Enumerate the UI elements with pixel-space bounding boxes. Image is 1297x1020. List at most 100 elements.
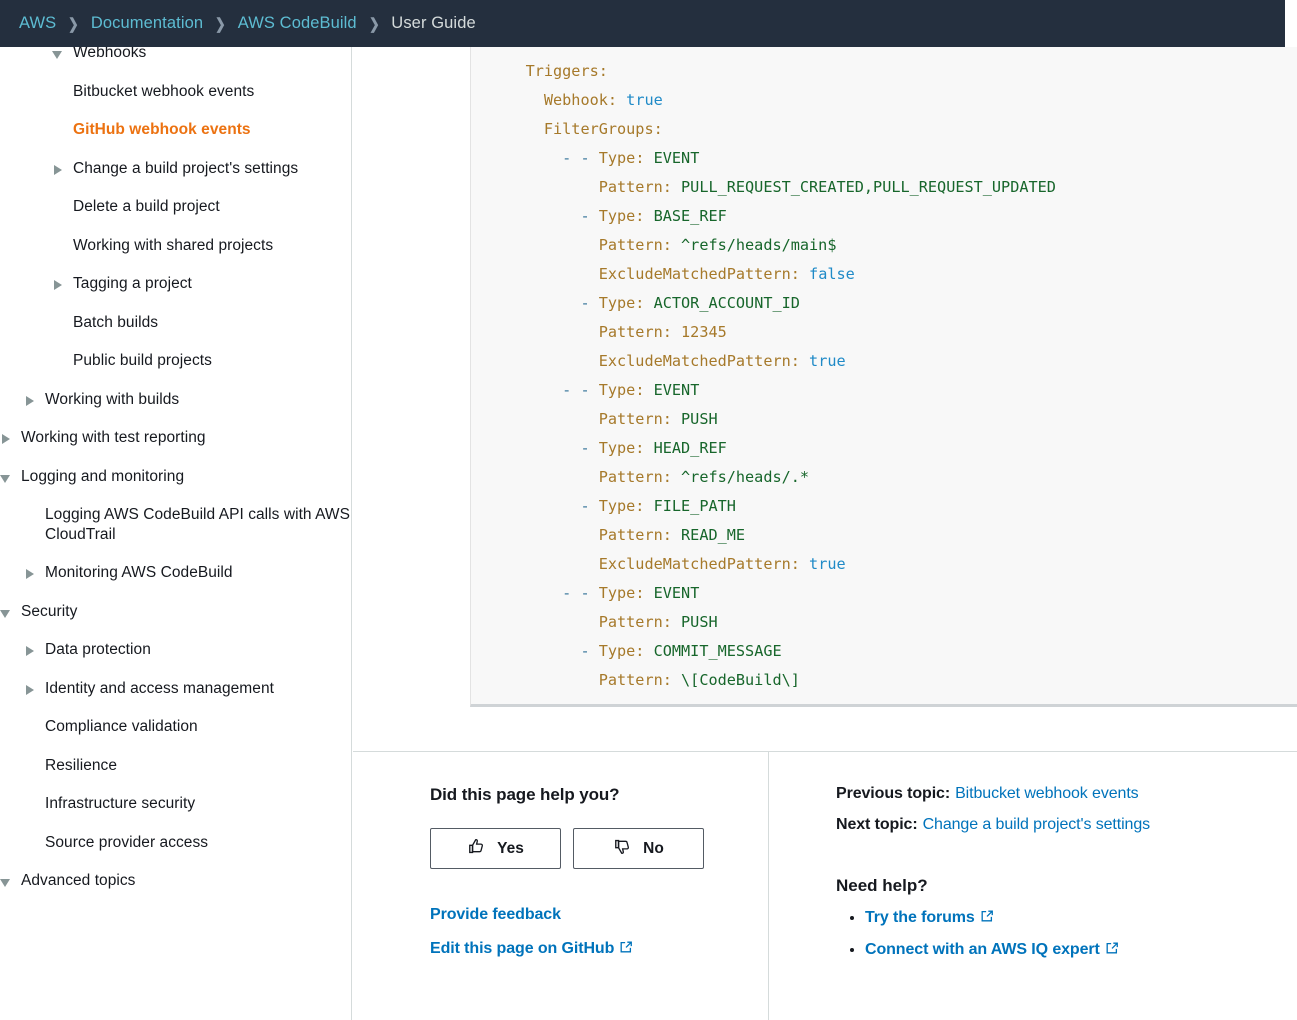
try-the-forums-link[interactable]: Try the forums <box>865 909 994 926</box>
no-icon <box>24 510 36 522</box>
sidebar-item-github-webhook-events[interactable]: GitHub webhook events <box>0 120 351 140</box>
chevron-right-icon[interactable] <box>52 164 64 176</box>
sidebar-item-bitbucket-webhook-events[interactable]: Bitbucket webhook events <box>0 82 351 102</box>
thumbs-up-icon <box>467 837 486 861</box>
sidebar-item-compliance-validation[interactable]: Compliance validation <box>0 717 351 737</box>
sidebar-item-label: Infrastructure security <box>45 795 196 812</box>
content-divider <box>353 751 1297 752</box>
next-topic-link[interactable]: Change a build project's settings <box>923 816 1151 833</box>
sidebar-item-source-provider-access[interactable]: Source provider access <box>0 833 351 853</box>
sidebar-navigation[interactable]: Webhooks Bitbucket webhook events GitHub w… <box>0 47 352 1020</box>
sidebar-item-delete-a-build-project[interactable]: Delete a build project <box>0 197 351 217</box>
sidebar-item-batch-builds[interactable]: Batch builds <box>0 313 351 333</box>
no-icon <box>52 202 64 214</box>
chevron-right-icon[interactable] <box>24 568 36 580</box>
feedback-buttons: Yes No <box>430 828 750 869</box>
code-line: ExcludeMatchedPattern: true <box>598 352 846 370</box>
code-line: ExcludeMatchedPattern: false <box>598 265 855 283</box>
code-line: Pattern: ^refs/heads/main$ <box>598 236 837 254</box>
breadcrumb-item-aws-codebuild[interactable]: AWS CodeBuild <box>238 14 357 33</box>
code-line: - Type: FILE_PATH <box>580 497 736 515</box>
chevron-right-icon[interactable] <box>24 395 36 407</box>
chevron-right-icon[interactable] <box>0 433 12 445</box>
sidebar-item-public-build-projects[interactable]: Public build projects <box>0 351 351 371</box>
code-line: Pattern: PUSH <box>598 613 718 631</box>
sidebar-item-working-with-test-reporting[interactable]: Working with test reporting <box>0 428 351 448</box>
sidebar-item-data-protection[interactable]: Data protection <box>0 640 351 660</box>
sidebar-item-label: Logging and monitoring <box>21 467 185 485</box>
chevron-right-icon[interactable] <box>24 645 36 657</box>
no-icon <box>52 318 64 330</box>
no-icon <box>52 241 64 253</box>
code-line: Pattern: PUSH <box>598 410 718 428</box>
sidebar-item-label: Webhooks <box>73 47 147 61</box>
code-block-yaml[interactable]: Location: source-location Triggers: Webh… <box>470 47 1297 707</box>
sidebar-item-advanced-topics[interactable]: Advanced topics <box>0 871 351 891</box>
sidebar-item-label: Identity and access management <box>45 679 274 697</box>
code-line: - Type: BASE_REF <box>580 207 727 225</box>
sidebar-item-security[interactable]: Security <box>0 602 351 622</box>
provide-feedback-link[interactable]: Provide feedback <box>430 906 750 924</box>
no-icon <box>52 356 64 368</box>
sidebar-item-label: Delete a build project <box>73 198 220 215</box>
sidebar-item-label: Working with shared projects <box>73 236 274 254</box>
sidebar-item-label: Working with test reporting <box>21 429 206 446</box>
code-line: Pattern: \[CodeBuild\] <box>598 671 800 689</box>
sidebar-item-label: Public build projects <box>73 352 212 369</box>
code-line: Pattern: READ_ME <box>598 526 746 544</box>
topic-navigation-section: Previous topic: Bitbucket webhook events … <box>836 785 1286 973</box>
sidebar-item-monitoring-aws-codebuild[interactable]: Monitoring AWS CodeBuild <box>0 563 351 583</box>
no-icon <box>52 87 64 99</box>
main-content: Location: source-location Triggers: Webh… <box>353 47 1297 1020</box>
previous-topic-link[interactable]: Bitbucket webhook events <box>955 785 1139 802</box>
feedback-yes-button[interactable]: Yes <box>430 828 561 869</box>
breadcrumb-item-documentation[interactable]: Documentation <box>91 14 203 33</box>
code-line: - - Type: EVENT <box>562 584 700 602</box>
sidebar-item-working-with-shared-projects[interactable]: Working with shared projects <box>0 236 351 256</box>
sidebar-item-label: Tagging a project <box>73 275 192 292</box>
sidebar-item-label: Advanced topics <box>21 872 136 889</box>
sidebar-item-identity-and-access-management[interactable]: Identity and access management <box>0 679 351 699</box>
no-icon <box>52 125 64 137</box>
sidebar-item-webhooks[interactable]: Webhooks <box>0 47 351 63</box>
list-item: Connect with an AWS IQ expert <box>865 941 1286 960</box>
chevron-down-icon[interactable] <box>0 876 12 888</box>
need-help-list: Try the forums Connect with an AWS IQ ex… <box>836 909 1286 960</box>
sidebar-item-tagging-a-project[interactable]: Tagging a project <box>0 274 351 294</box>
sidebar-item-working-with-builds[interactable]: Working with builds <box>0 390 351 410</box>
sidebar-item-label: Working with builds <box>45 390 180 408</box>
code-line: - - Type: EVENT <box>562 381 700 399</box>
feedback-question: Did this page help you? <box>430 785 620 804</box>
sidebar-item-logging-aws-codebuild-api-calls-with-aws-cloudtrail[interactable]: Logging AWS CodeBuild API calls with AWS… <box>0 505 351 544</box>
connect-aws-iq-expert-link[interactable]: Connect with an AWS IQ expert <box>865 941 1119 958</box>
sidebar-item-logging-and-monitoring[interactable]: Logging and monitoring <box>0 467 351 487</box>
chevron-right-icon[interactable] <box>24 684 36 696</box>
chevron-down-icon[interactable] <box>0 472 12 484</box>
code-block-content: Location: source-location Triggers: Webh… <box>471 47 1297 695</box>
code-line: Webhook: true <box>543 91 663 109</box>
sidebar-item-label: Monitoring AWS CodeBuild <box>45 564 233 581</box>
chevron-down-icon[interactable] <box>0 607 12 619</box>
sidebar-nav-list: Webhooks Bitbucket webhook events GitHub w… <box>0 47 351 891</box>
breadcrumb-separator-icon: ❯ <box>368 15 380 33</box>
chevron-right-icon[interactable] <box>52 279 64 291</box>
sidebar-item-label: Security <box>21 602 78 620</box>
previous-topic-label: Previous topic: <box>836 785 951 802</box>
breadcrumb-separator-icon: ❯ <box>215 15 226 33</box>
edit-page-on-github-link[interactable]: Edit this page on GitHub <box>430 940 750 959</box>
next-topic-row: Next topic: Change a build project's sett… <box>836 816 1286 834</box>
sidebar-item-infrastructure-security[interactable]: Infrastructure security <box>0 794 351 814</box>
sidebar-item-resilience[interactable]: Resilience <box>0 756 351 776</box>
edit-page-label: Edit this page on GitHub <box>430 940 615 957</box>
breadcrumb-item-aws[interactable]: AWS <box>19 14 56 33</box>
need-help-title: Need help? <box>836 876 928 895</box>
code-line: FilterGroups: <box>543 120 663 138</box>
chevron-down-icon[interactable] <box>52 48 64 60</box>
sidebar-item-label: Resilience <box>45 756 118 774</box>
sidebar-item-change-a-build-project-s-settings[interactable]: Change a build project's settings <box>0 159 351 179</box>
code-line: Pattern: ^refs/heads/.* <box>598 468 810 486</box>
next-topic-label: Next topic: <box>836 816 918 833</box>
previous-topic-row: Previous topic: Bitbucket webhook events <box>836 785 1286 803</box>
feedback-no-button[interactable]: No <box>573 828 704 869</box>
sidebar-item-label: Bitbucket webhook events <box>73 82 255 100</box>
